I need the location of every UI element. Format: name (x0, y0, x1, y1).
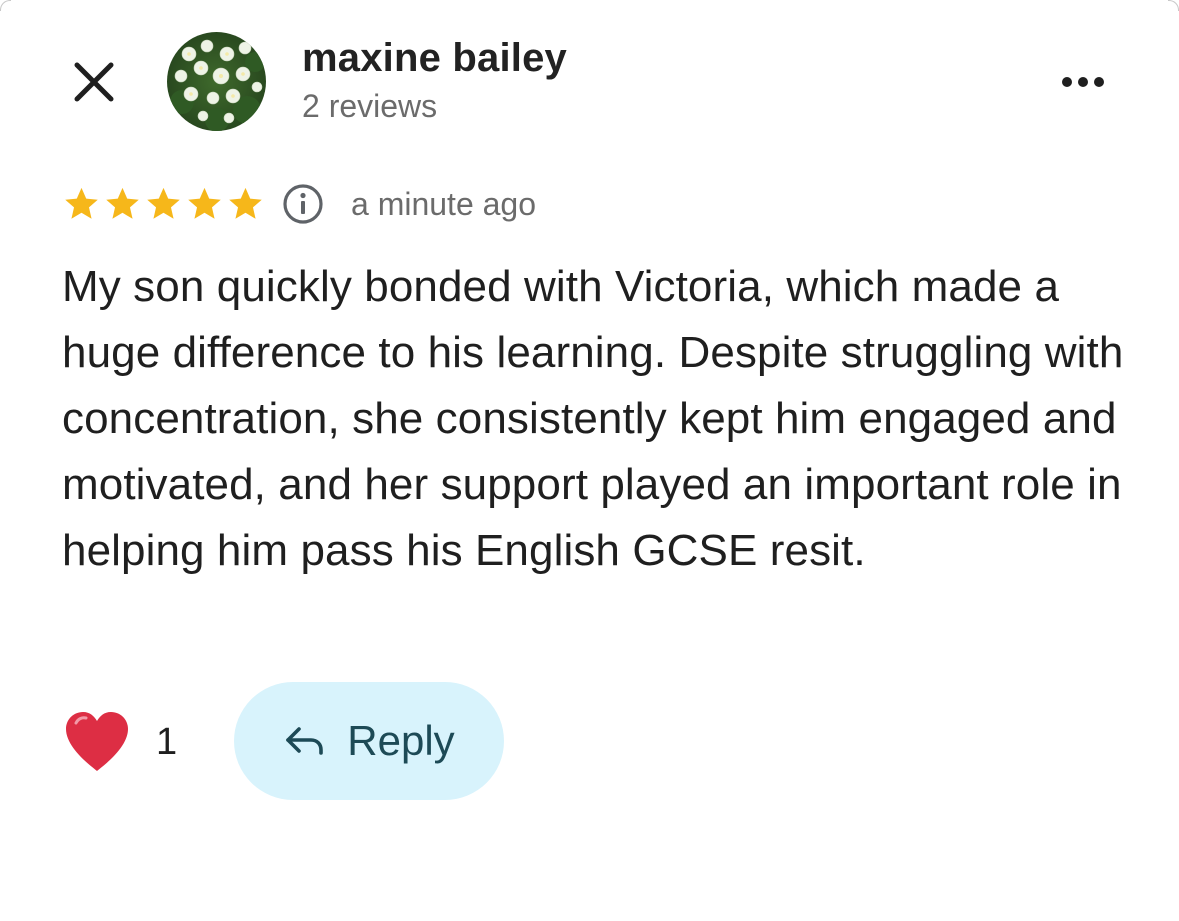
more-options-button[interactable] (1050, 62, 1116, 102)
reply-button[interactable]: Reply (234, 682, 504, 800)
heart-icon (66, 712, 128, 771)
reply-label: Reply (347, 717, 455, 764)
star-icon (188, 187, 221, 219)
more-options-icon-dot (1078, 77, 1088, 87)
reviewer-name[interactable]: maxine bailey (302, 36, 567, 81)
reply-arrow-icon (286, 727, 324, 755)
frame-corner-left (0, 0, 11, 11)
frame-corner-right (1168, 0, 1179, 11)
review-timestamp: a minute ago (351, 185, 537, 222)
star-icon (106, 187, 139, 219)
review-text: My son quickly bonded with Victoria, whi… (62, 262, 1124, 575)
reviewer-review-count: 2 reviews (302, 88, 438, 124)
star-rating (62, 185, 265, 224)
star-icon (65, 187, 98, 219)
close-button[interactable] (66, 54, 122, 110)
like-reaction-button[interactable]: 1 (62, 700, 177, 784)
rating-row: a minute ago (62, 178, 536, 230)
close-icon (74, 62, 114, 102)
more-options-icon (1062, 77, 1072, 87)
info-icon[interactable] (281, 182, 325, 226)
avatar-flowers-image (167, 32, 266, 131)
star-icon (229, 187, 262, 219)
review-detail-screen: maxine bailey 2 reviews a minute ago My … (0, 0, 1179, 921)
star-icon (147, 187, 180, 219)
more-options-icon-dot (1094, 77, 1104, 87)
reaction-count: 1 (156, 720, 178, 763)
avatar[interactable] (167, 32, 266, 131)
